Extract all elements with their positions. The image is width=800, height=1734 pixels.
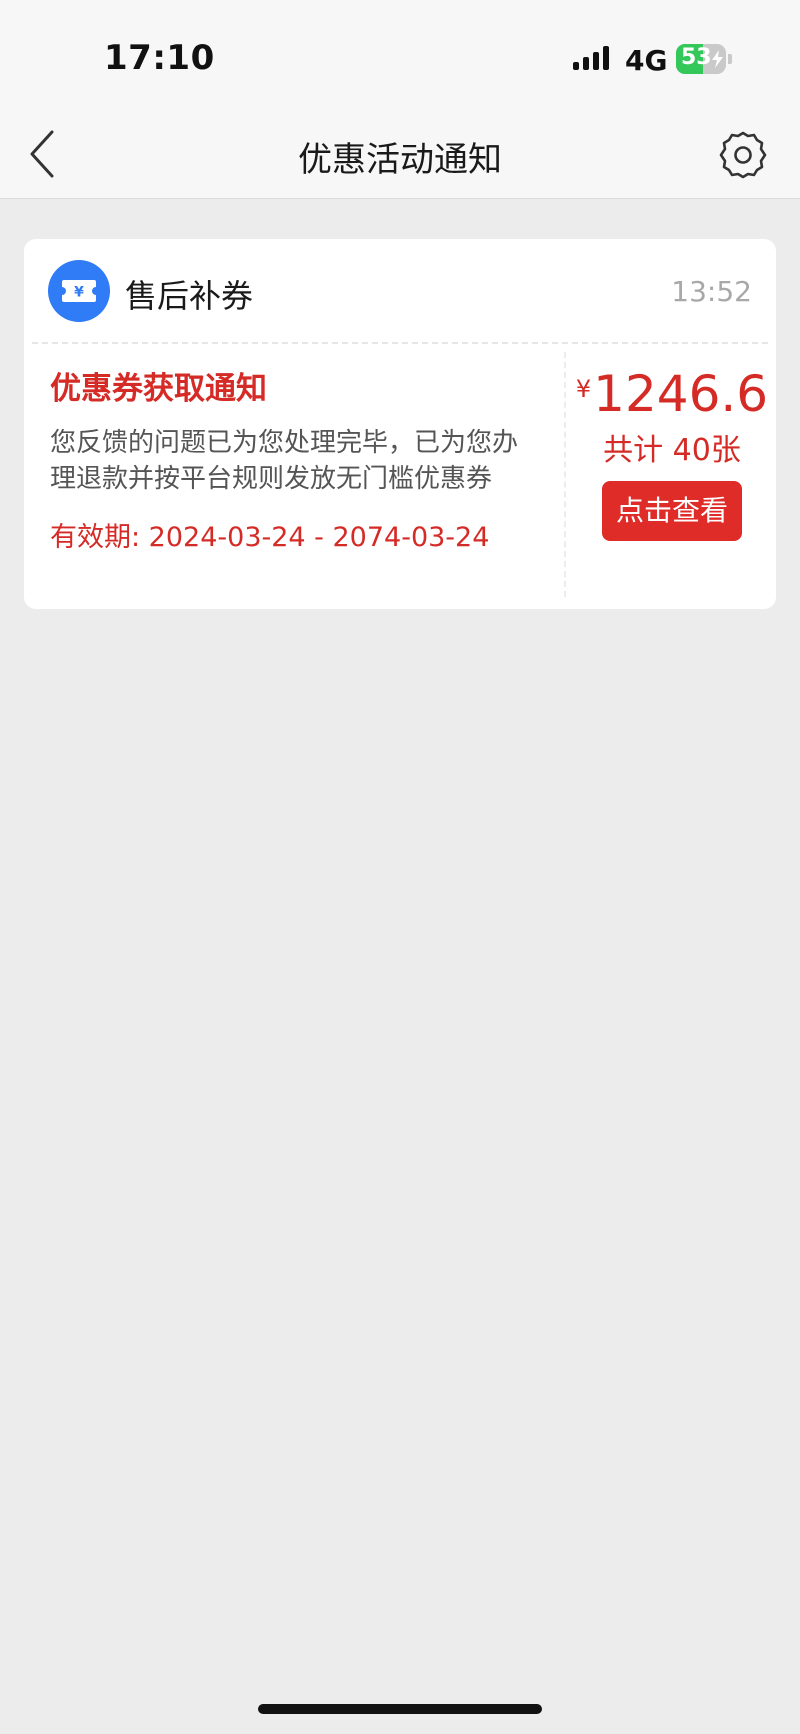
- charging-bolt-icon: [712, 50, 723, 68]
- page-title: 优惠活动通知: [298, 140, 502, 180]
- signal-icon: [573, 46, 609, 70]
- category-title: 售后补券: [125, 277, 254, 315]
- notice-title: 优惠券获取通知: [50, 371, 267, 407]
- notice-content: 优惠券获取通知 您反馈的问题已为您处理完毕，已为您办理退款并按平台规则发放无门槛…: [50, 367, 550, 554]
- battery-cap: [728, 54, 732, 64]
- battery-level: 53: [681, 45, 712, 70]
- coupon-summary: ¥1246.6 共计 40张 点击查看: [568, 359, 776, 541]
- gear-icon: [719, 131, 767, 179]
- coupon-notification-card[interactable]: ¥ 售后补券 13:52 优惠券获取通知 您反馈的问题已为您处理完毕，已为您办理…: [24, 239, 776, 609]
- home-indicator[interactable]: [258, 1704, 542, 1714]
- status-bar: 17:10 4G 53: [0, 0, 800, 110]
- status-time: 17:10: [104, 38, 215, 78]
- amount-value: 1246.6: [593, 365, 769, 423]
- settings-button[interactable]: [718, 130, 768, 180]
- card-header: ¥ 售后补券 13:52: [24, 239, 776, 342]
- coupon-count: 共计 40张: [603, 433, 741, 468]
- notice-description: 您反馈的问题已为您处理完毕，已为您办理退款并按平台规则发放无门槛优惠券: [50, 428, 519, 494]
- coupon-amount: ¥1246.6: [568, 365, 776, 423]
- header-divider: [32, 342, 768, 344]
- nav-bar: 优惠活动通知: [0, 110, 800, 199]
- ticket-icon: ¥: [48, 260, 110, 322]
- currency-symbol: ¥: [575, 375, 592, 403]
- network-type: 4G: [625, 44, 668, 77]
- validity-period: 有效期: 2024-03-24 - 2074-03-24: [50, 522, 490, 553]
- battery-icon: 53: [676, 44, 734, 74]
- view-button[interactable]: 点击查看: [602, 481, 742, 541]
- vertical-divider: [564, 352, 566, 597]
- ticket-icon-glyph: ¥: [74, 285, 84, 301]
- message-time: 13:52: [671, 275, 752, 308]
